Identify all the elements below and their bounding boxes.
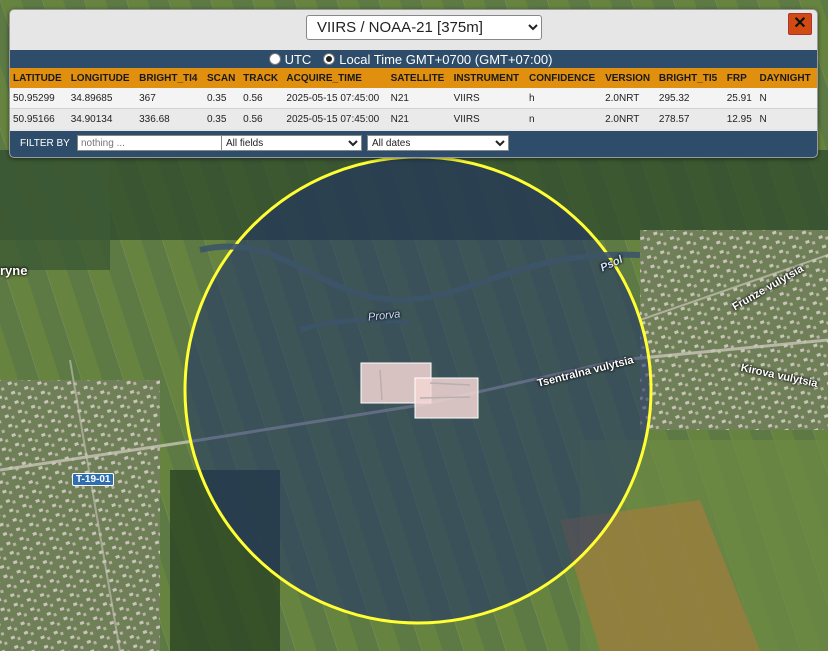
filter-field-select[interactable]: All fields <box>221 135 362 151</box>
filter-input[interactable] <box>77 135 223 151</box>
road-shield: T-19-01 <box>72 473 115 486</box>
column-header[interactable]: CONFIDENCE <box>526 68 603 88</box>
table-cell: 2.0NRT <box>602 108 656 129</box>
table-cell: N <box>756 88 817 109</box>
table-cell: N <box>756 108 817 129</box>
table-cell: VIIRS <box>450 88 527 109</box>
column-header[interactable]: INSTRUMENT <box>450 68 527 88</box>
table-cell: 0.35 <box>203 88 241 109</box>
column-header[interactable]: BRIGHT_TI4 <box>136 68 204 88</box>
table-cell: n <box>526 108 603 129</box>
close-button[interactable]: ✕ <box>788 13 812 35</box>
table-cell: 2.0NRT <box>602 88 656 109</box>
town-label: ryne <box>0 263 28 278</box>
table-cell: 0.56 <box>240 108 284 129</box>
table-cell: 2025-05-15 07:45:00 <box>283 88 388 109</box>
table-cell: 50.95299 <box>10 88 68 109</box>
column-header[interactable]: LONGITUDE <box>67 68 137 88</box>
time-option-utc[interactable]: UTC <box>268 51 312 67</box>
fire-detections-table: LATITUDE LONGITUDE BRIGHT_TI4 SCAN TRACK… <box>10 68 817 129</box>
column-header[interactable]: TRACK <box>240 68 284 88</box>
table-cell: VIIRS <box>450 108 527 129</box>
table-cell: 12.95 <box>723 108 757 129</box>
table-cell: 0.56 <box>240 88 284 109</box>
table-header-row: LATITUDE LONGITUDE BRIGHT_TI4 SCAN TRACK… <box>10 68 817 88</box>
column-header[interactable]: DAYNIGHT <box>756 68 817 88</box>
table-cell: 0.35 <box>203 108 241 129</box>
table-cell: 367 <box>136 88 204 109</box>
column-header[interactable]: LATITUDE <box>10 68 68 88</box>
table-cell: h <box>526 88 603 109</box>
filter-label: FILTER BY <box>20 138 70 149</box>
time-option-local[interactable]: Local Time GMT+0700 (GMT+07:00) <box>323 52 552 67</box>
column-header[interactable]: FRP <box>723 68 757 88</box>
column-header[interactable]: SATELLITE <box>387 68 451 88</box>
table-cell: 295.32 <box>655 88 724 109</box>
utc-radio[interactable] <box>268 53 281 65</box>
table-cell: 2025-05-15 07:45:00 <box>283 108 388 129</box>
filter-date-select[interactable]: All dates <box>367 135 509 151</box>
utc-label: UTC <box>284 51 312 67</box>
table-cell: 50.95166 <box>10 108 68 129</box>
table-cell: 336.68 <box>136 108 204 129</box>
table-row[interactable]: 50.95166 34.90134 336.68 0.35 0.56 2025-… <box>10 108 817 129</box>
satellite-select[interactable]: VIIRS / NOAA-21 [375m] <box>306 15 542 40</box>
local-time-label: Local Time GMT+0700 (GMT+07:00) <box>339 51 553 67</box>
column-header[interactable]: VERSION <box>602 68 656 88</box>
table-row[interactable]: 50.95299 34.89685 367 0.35 0.56 2025-05-… <box>10 88 817 109</box>
column-header[interactable]: ACQUIRE_TIME <box>283 68 388 88</box>
fire-info-panel: VIIRS / NOAA-21 [375m] ✕ UTC Local Time … <box>9 9 818 158</box>
filter-bar: FILTER BY All fields All dates <box>10 131 817 157</box>
table-cell: 25.91 <box>723 88 757 109</box>
table-cell: N21 <box>387 88 451 109</box>
time-mode-bar: UTC Local Time GMT+0700 (GMT+07:00) <box>10 50 817 68</box>
local-time-radio[interactable] <box>323 53 336 65</box>
table-cell: 34.89685 <box>67 88 137 109</box>
table-cell: N21 <box>387 108 451 129</box>
table-cell: 34.90134 <box>67 108 137 129</box>
table-cell: 278.57 <box>655 108 724 129</box>
column-header[interactable]: SCAN <box>203 68 241 88</box>
column-header[interactable]: BRIGHT_TI5 <box>655 68 724 88</box>
